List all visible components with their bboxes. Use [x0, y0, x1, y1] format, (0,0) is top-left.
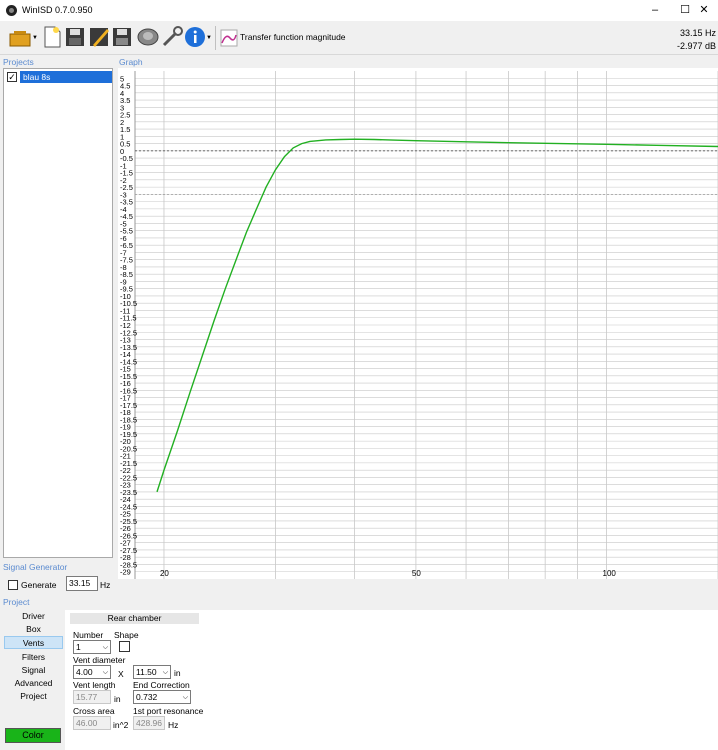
cross-area-label: Cross area [73, 706, 115, 716]
vent-diameter-value: 4.00 [76, 667, 93, 677]
vent-diameter-unit: in [174, 668, 181, 678]
graph-grid [134, 71, 718, 579]
nav-signal[interactable]: Signal [4, 664, 63, 677]
response-curve [156, 138, 718, 493]
open-project-icon[interactable] [8, 25, 32, 49]
info-icon[interactable] [183, 25, 207, 49]
color-button[interactable]: Color [5, 728, 61, 743]
driver-editor-icon[interactable] [136, 25, 160, 49]
nav-vents[interactable]: Vents [4, 636, 63, 649]
port-resonance-unit: Hz [168, 720, 179, 730]
vent-length-unit: in [114, 694, 121, 704]
vent-diameter-label: Vent diameter [73, 655, 126, 665]
port-resonance-label: 1st port resonance [133, 706, 204, 716]
close-button[interactable]: ✕ [690, 0, 718, 21]
vent-length-field[interactable]: 15.77 [73, 690, 111, 704]
generator-frequency-input[interactable]: 33.15 [66, 576, 98, 591]
rear-chamber-header[interactable]: Rear chamber [70, 613, 199, 624]
y-tick-label: -29 [120, 568, 131, 577]
project-section-label: Project [3, 597, 30, 607]
nav-box[interactable]: Box [4, 623, 63, 636]
chevron-down-icon: ⌵ [162, 669, 168, 676]
new-project-icon[interactable] [40, 25, 64, 49]
end-correction-label: End Correction [133, 680, 190, 690]
dimension-separator: X [118, 669, 124, 679]
nav-project[interactable]: Project [4, 690, 63, 703]
chevron-down-icon: ⌵ [182, 694, 188, 701]
series-line [156, 138, 718, 493]
generate-checkbox[interactable] [8, 580, 18, 590]
chevron-down-icon: ⌵ [102, 669, 108, 676]
cross-area-field[interactable]: 46.00 [73, 716, 111, 730]
generator-frequency-unit: Hz [100, 580, 111, 590]
tools-icon[interactable] [160, 25, 184, 49]
port-resonance-field[interactable]: 428.96 [133, 716, 165, 730]
info-dropdown-arrow[interactable]: ▼ [206, 35, 212, 41]
nav-filters[interactable]: Filters [4, 651, 63, 664]
shape-button[interactable] [119, 641, 130, 652]
vent-number-select[interactable]: 1 ⌵ [73, 640, 111, 654]
project-visible-checkbox[interactable]: ✓ [7, 72, 17, 82]
vent-number-value: 1 [76, 642, 81, 652]
projects-section-label: Projects [3, 57, 34, 67]
x-tick-label: 50 [412, 569, 421, 578]
list-item[interactable]: ✓ blau 8s [6, 71, 112, 83]
vent-diameter-select[interactable]: 4.00 ⌵ [73, 665, 111, 679]
edit-project-icon[interactable] [87, 25, 111, 49]
toolbar: ▼ ▼ Transfer function magnitude 33.15 Hz… [0, 21, 718, 55]
project-name[interactable]: blau 8s [20, 71, 112, 83]
vent-diameter2-value: 11.50 [136, 667, 157, 677]
signal-generator-section-label: Signal Generator [3, 562, 68, 572]
number-label: Number [73, 630, 104, 640]
vent-diameter2-select[interactable]: 11.50 ⌵ [133, 665, 171, 679]
x-tick-label: 100 [603, 569, 617, 578]
minimize-button[interactable]: – [640, 0, 670, 21]
title-bar: WinISD 0.7.0.950 – ☐ ✕ [0, 0, 718, 21]
x-tick-label: 20 [160, 569, 169, 578]
level-readout: -2.977 dB [676, 41, 716, 51]
shape-label: Shape [114, 630, 139, 640]
vent-length-label: Vent length [73, 680, 116, 690]
nav-advanced[interactable]: Advanced [4, 677, 63, 690]
toolbar-separator [215, 26, 216, 50]
end-correction-select[interactable]: 0.732 ⌵ [133, 690, 191, 704]
end-correction-value: 0.732 [136, 692, 158, 702]
projects-list: ✓ blau 8s [3, 68, 113, 558]
save-as-icon[interactable] [110, 25, 134, 49]
generate-label: Generate [21, 580, 57, 590]
save-icon[interactable] [63, 25, 87, 49]
app-logo-icon [6, 5, 17, 16]
window-title: WinISD 0.7.0.950 [22, 5, 93, 15]
cross-area-unit: in^2 [113, 720, 129, 730]
frequency-readout: 33.15 Hz [679, 28, 716, 38]
graph-section-label: Graph [119, 57, 143, 67]
x-tick-labels: 20 50 100 [160, 569, 616, 578]
chart-icon[interactable] [220, 29, 238, 47]
graph-type-label[interactable]: Transfer function magnitude [240, 32, 346, 42]
chevron-down-icon: ⌵ [102, 644, 108, 651]
nav-driver[interactable]: Driver [4, 610, 63, 623]
transfer-function-graph[interactable]: 54.543.532.521.510.50-0.5-1-1.5-2-2.5-3-… [118, 68, 718, 579]
open-dropdown-arrow[interactable]: ▼ [32, 35, 38, 41]
